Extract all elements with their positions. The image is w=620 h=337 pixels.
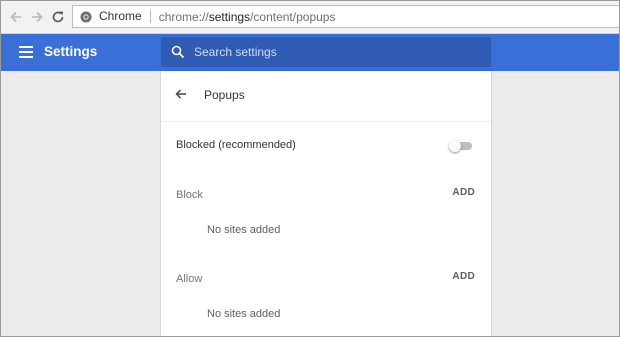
page-title: Popups: [204, 88, 245, 102]
arrow-left-icon[interactable]: [173, 86, 189, 102]
hamburger-menu-icon[interactable]: [19, 46, 33, 58]
url-path: /content/popups: [250, 9, 336, 24]
url-scheme: chrome://: [158, 9, 209, 24]
search-icon: [171, 45, 185, 59]
url-host: settings: [208, 9, 251, 24]
block-section-label: Block: [176, 189, 203, 201]
url-text: chrome://settings/content/popups: [151, 10, 336, 24]
blocked-toggle-label: Blocked (recommended): [176, 139, 296, 151]
chrome-logo-icon: [79, 10, 93, 24]
allow-add-button[interactable]: ADD: [452, 271, 475, 282]
divider: [161, 121, 491, 122]
site-chip: Chrome: [99, 10, 151, 23]
search-box[interactable]: [161, 37, 491, 67]
forward-arrow-icon[interactable]: [28, 8, 46, 26]
blocked-toggle[interactable]: [449, 140, 473, 152]
block-empty-text: No sites added: [207, 224, 281, 236]
popups-card: Popups Blocked (recommended) Block ADD N…: [161, 71, 491, 336]
toggle-thumb: [449, 140, 461, 152]
reload-icon[interactable]: [49, 8, 67, 26]
browser-toolbar: Chrome chrome://settings/content/popups: [1, 1, 619, 34]
allow-section-label: Allow: [176, 273, 203, 285]
address-bar[interactable]: Chrome chrome://settings/content/popups: [72, 5, 619, 28]
back-arrow-icon[interactable]: [7, 8, 25, 26]
allow-empty-text: No sites added: [207, 308, 281, 320]
settings-header: Settings: [1, 34, 619, 71]
browser-window: Chrome chrome://settings/content/popups …: [0, 0, 620, 337]
settings-title: Settings: [44, 44, 98, 59]
search-input[interactable]: [194, 43, 474, 61]
block-add-button[interactable]: ADD: [452, 187, 475, 198]
